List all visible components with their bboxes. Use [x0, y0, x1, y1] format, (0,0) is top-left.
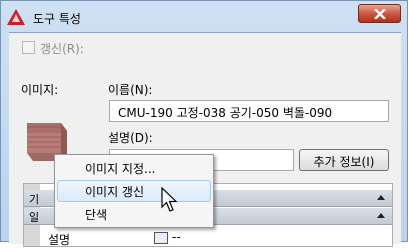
close-button[interactable]	[358, 4, 401, 23]
menu-item-specify-image[interactable]: 이미지 지정...	[57, 157, 211, 179]
menu-item-solid-color[interactable]: 단색	[57, 203, 211, 225]
title-bar[interactable]: 도구 특성	[1, 1, 407, 34]
property-row-label: 설명	[48, 233, 71, 247]
name-field[interactable]: CMU-190 고정-038 공기-050 벽돌-090	[109, 100, 389, 122]
refresh-checkbox	[22, 41, 35, 54]
refresh-checkbox-label: 갱신(R):	[40, 42, 84, 56]
collapse-arrow-icon[interactable]	[377, 195, 385, 200]
collapse-arrow-icon[interactable]	[377, 213, 385, 218]
description-label: 설명(D):	[108, 131, 153, 145]
name-label: 이름(N):	[108, 83, 153, 97]
autocad-app-icon[interactable]	[7, 9, 25, 25]
tool-properties-window: 도구 특성 갱신(R): 이미지: 이름(N): CMU-190 고정-038 …	[0, 0, 408, 247]
image-label: 이미지:	[21, 83, 59, 97]
more-info-button[interactable]: 추가 정보(I)	[299, 149, 389, 171]
window-title: 도구 특성	[33, 12, 81, 26]
mouse-cursor-icon	[161, 187, 178, 212]
panel-subsection-header-label: 일	[29, 211, 40, 224]
property-row-icon	[154, 232, 168, 244]
close-icon	[374, 9, 386, 19]
menu-item-refresh-image[interactable]: 이미지 갱신	[57, 180, 211, 202]
image-context-menu: 이미지 지정... 이미지 갱신 단색	[54, 154, 214, 228]
panel-section-header-label: 기	[29, 193, 40, 206]
